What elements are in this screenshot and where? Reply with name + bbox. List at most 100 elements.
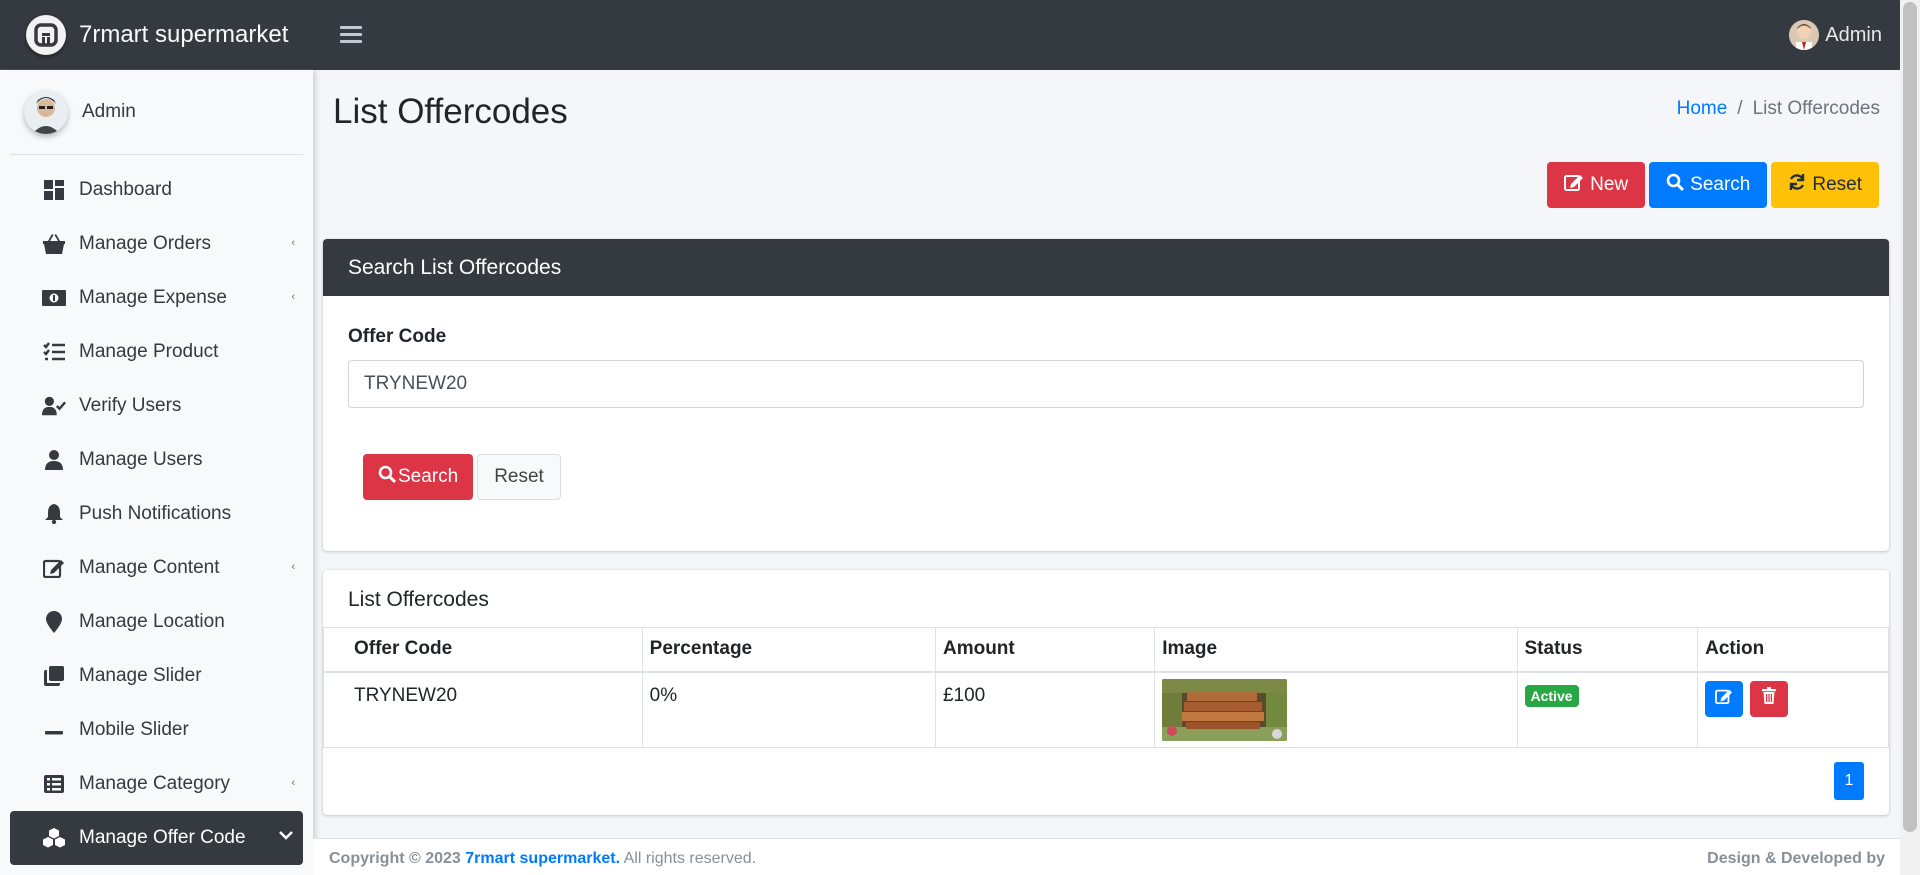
brand-link[interactable]: 7rmart supermarket [0, 0, 313, 70]
sidebar-item-label: Manage Slider [79, 665, 202, 686]
column-header-offer-code: Offer Code [323, 627, 643, 673]
user-icon [42, 448, 66, 472]
cell-percentage: 0% [641, 671, 936, 748]
delete-row-button[interactable] [1750, 680, 1789, 717]
search-toggle-label: Search [1690, 174, 1751, 195]
dashboard-icon [42, 178, 66, 202]
sidebar-item-manage-location[interactable]: Manage Location [10, 595, 303, 649]
money-bill-icon [42, 286, 66, 310]
list-icon [42, 772, 66, 796]
chevron-left-icon: ‹ [291, 237, 295, 249]
page-scrollbar[interactable] [1900, 0, 1920, 875]
reset-page-button[interactable]: Reset [1771, 162, 1879, 208]
offercodes-table: Offer Code Percentage Amount Image Statu… [323, 627, 1889, 748]
sidebar-item-manage-category[interactable]: Manage Category ‹ [10, 757, 303, 811]
sidebar-item-dashboard[interactable]: Dashboard [10, 163, 303, 217]
clone-icon [42, 664, 66, 688]
edit-icon [1564, 173, 1584, 197]
map-marker-icon [42, 610, 66, 634]
column-header-amount: Amount [934, 627, 1156, 673]
top-user-name: Admin [1825, 23, 1882, 46]
sidebar-item-label: Dashboard [79, 179, 172, 200]
sidebar-item-label: Manage Category [79, 773, 231, 794]
page-title: List Offercodes [333, 92, 568, 131]
minus-icon [42, 718, 66, 742]
chevron-down-icon [279, 827, 293, 845]
offer-code-label: Offer Code [348, 326, 447, 347]
sidebar-item-label: Manage Expense [79, 287, 227, 308]
cubes-icon [42, 826, 66, 850]
footer-rights: All rights reserved. [623, 849, 757, 867]
cell-amount: £100 [934, 671, 1156, 748]
sidebar-item-manage-content[interactable]: Manage Content ‹ [10, 541, 303, 595]
search-submit-button[interactable]: Search [363, 454, 474, 500]
sync-icon [1788, 173, 1806, 197]
sidebar-item-label: Manage Content [79, 557, 220, 578]
offer-code-input[interactable] [348, 360, 1864, 408]
list-card: List Offercodes Offer Code Percentage Am… [323, 570, 1889, 815]
sidebar-user-panel[interactable]: Admin [10, 70, 303, 155]
user-check-icon [42, 394, 66, 418]
sidebar-item-push-notifications[interactable]: Push Notifications [10, 487, 303, 541]
chevron-left-icon: ‹ [291, 291, 295, 303]
sidebar-item-label: Mobile Slider [79, 719, 189, 740]
pagination-page-button[interactable]: 1 [1834, 762, 1864, 800]
cell-offer-code: TRYNEW20 [323, 671, 643, 748]
sidebar-item-label: Verify Users [79, 395, 182, 416]
sidebar-item-label: Manage Users [79, 449, 203, 470]
basket-icon [42, 232, 66, 256]
breadcrumb: Home / List Offercodes [1677, 98, 1880, 120]
sidebar-item-manage-orders[interactable]: Manage Orders ‹ [10, 217, 303, 271]
brand-name: 7rmart supermarket [79, 20, 289, 48]
search-toggle-button[interactable]: Search [1649, 162, 1768, 208]
footer-company-link[interactable]: 7rmart supermarket. [465, 850, 620, 867]
search-card: Search List Offercodes Offer Code Search… [323, 239, 1889, 551]
top-user-menu[interactable]: Admin [1789, 20, 1882, 50]
breadcrumb-current: List Offercodes [1752, 98, 1880, 119]
sidebar-item-manage-users[interactable]: Manage Users [10, 433, 303, 487]
new-button[interactable]: New [1547, 162, 1646, 208]
offer-image-thumbnail [1162, 678, 1288, 741]
content-wrapper: List Offercodes Home / List Offercodes N… [313, 70, 1900, 875]
sidebar-item-verify-users[interactable]: Verify Users [10, 379, 303, 433]
footer: Copyright © 2023 7rmart supermarket. All… [313, 838, 1900, 875]
tasks-icon [42, 340, 66, 364]
sidebar-item-manage-product[interactable]: Manage Product [10, 325, 303, 379]
edit-row-button[interactable] [1705, 681, 1744, 717]
sidebar-item-mobile-slider[interactable]: Mobile Slider [10, 703, 303, 757]
brand-logo-icon [26, 14, 66, 55]
edit-icon [1715, 688, 1733, 710]
sidebar-item-label: Manage Offer Code [79, 827, 246, 848]
search-icon [1666, 173, 1685, 197]
column-header-percentage: Percentage [641, 627, 936, 673]
trash-icon [1762, 687, 1777, 710]
status-badge: Active [1524, 684, 1579, 707]
table-row: TRYNEW20 0% £100 Active [323, 671, 1889, 748]
reset-page-label: Reset [1812, 174, 1862, 195]
sidebar-item-label: Manage Location [79, 611, 225, 632]
breadcrumb-home-link[interactable]: Home [1677, 98, 1728, 120]
column-header-status: Status [1516, 627, 1699, 673]
footer-copyright: Copyright © 2023 7rmart supermarket. All… [329, 850, 756, 868]
search-form-buttons: Search Reset [363, 454, 561, 500]
new-button-label: New [1590, 174, 1629, 195]
search-submit-label: Search [398, 466, 459, 487]
menu-toggle-icon[interactable] [340, 22, 362, 48]
sidebar-user-name: Admin [82, 101, 136, 122]
sidebar-item-manage-slider[interactable]: Manage Slider [10, 649, 303, 703]
edit-icon [42, 556, 66, 580]
footer-copyright-prefix: Copyright © 2023 [329, 849, 461, 867]
list-card-title: List Offercodes [348, 588, 489, 611]
sidebar-avatar-icon [24, 90, 68, 134]
scrollbar-thumb[interactable] [1903, 2, 1917, 832]
sidebar-item-label: Manage Orders [79, 233, 212, 254]
footer-credit: Design & Developed by [1707, 849, 1885, 867]
search-reset-button[interactable]: Reset [477, 454, 561, 500]
search-icon [378, 465, 397, 489]
column-header-image: Image [1154, 627, 1518, 673]
sidebar-item-manage-expense[interactable]: Manage Expense ‹ [10, 271, 303, 325]
sidebar-item-manage-offer-code[interactable]: Manage Offer Code [10, 811, 303, 865]
sidebar-item-label: Push Notifications [79, 503, 232, 524]
top-navbar: 7rmart supermarket Admin [0, 0, 1900, 70]
user-avatar-icon [1789, 20, 1820, 50]
